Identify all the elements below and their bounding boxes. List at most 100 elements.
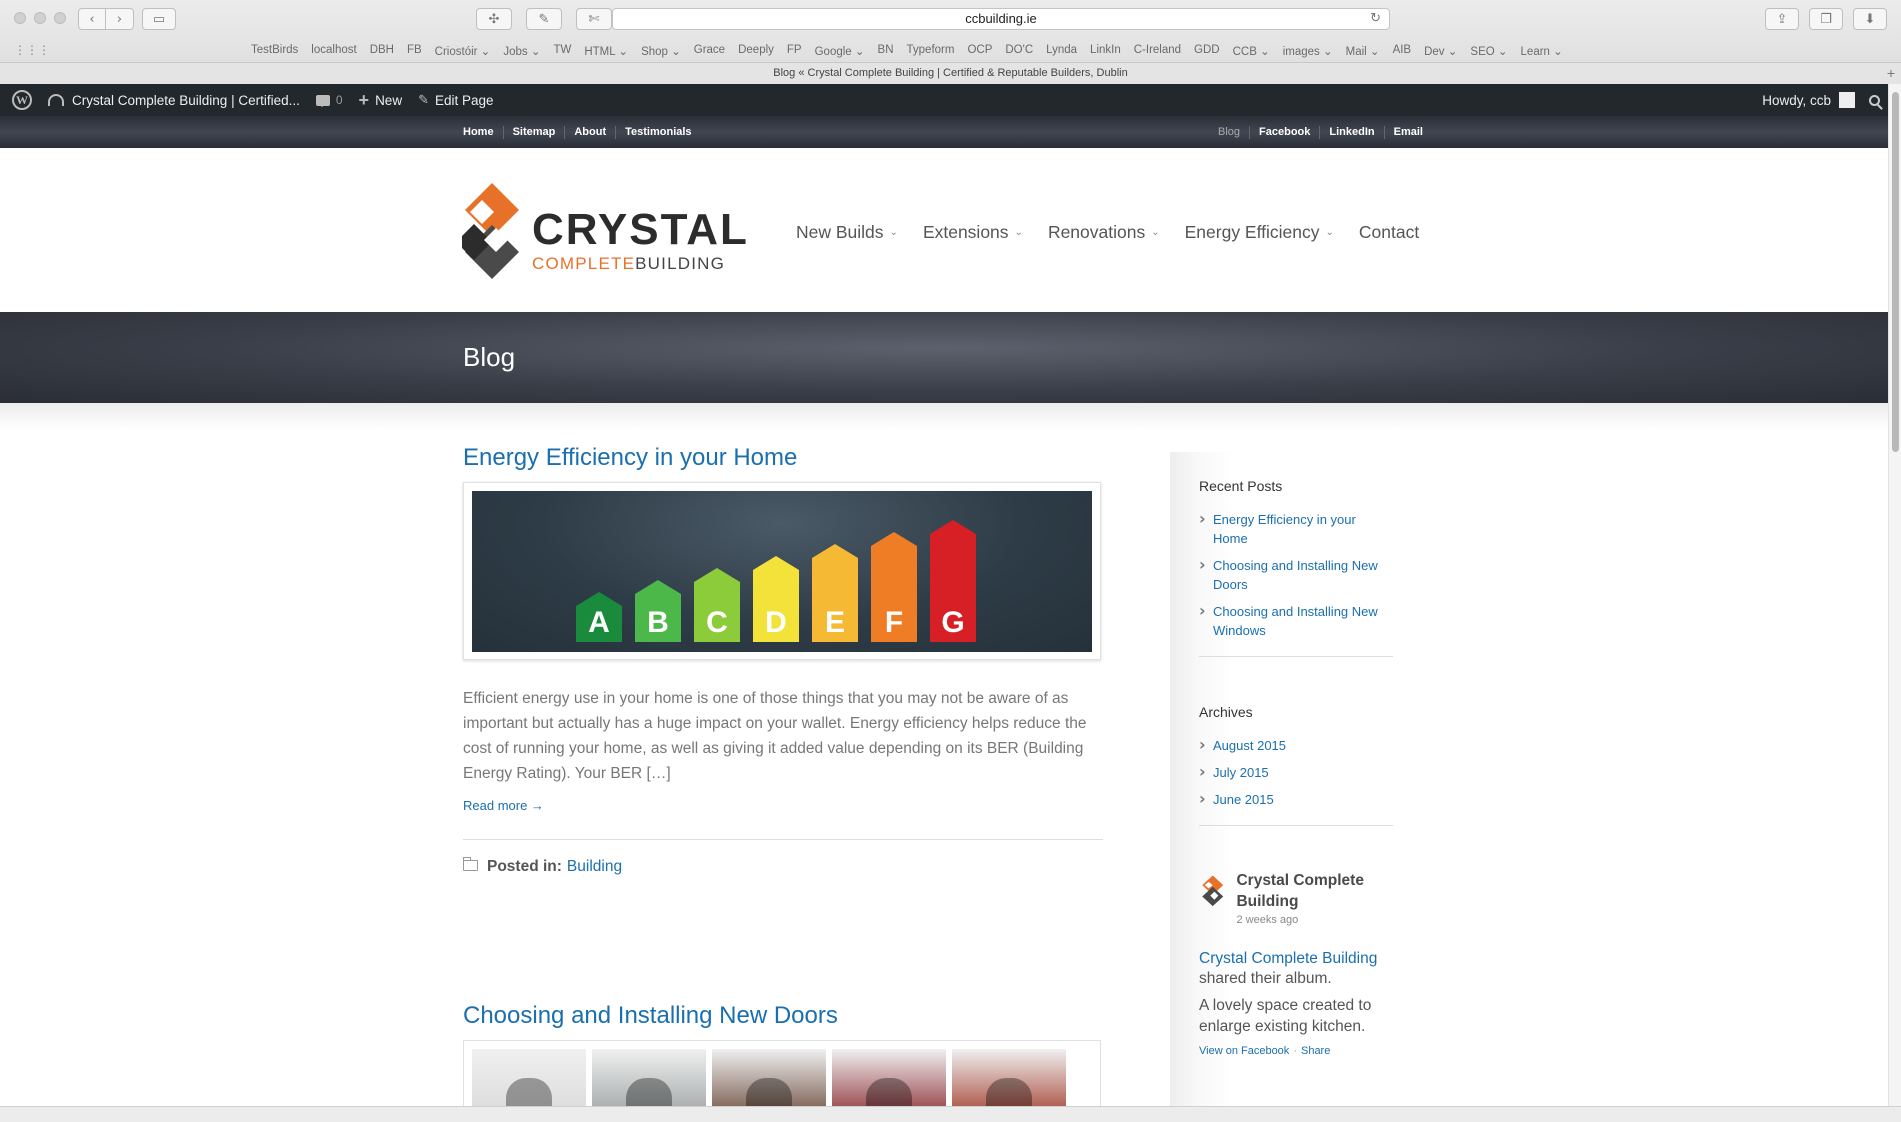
bookmark-item[interactable]: Dev ⌄ bbox=[1424, 44, 1457, 58]
share-link[interactable]: Share bbox=[1301, 1045, 1330, 1057]
wp-logo-menu[interactable]: W bbox=[0, 84, 40, 116]
toplink-linkedin[interactable]: LinkedIn bbox=[1319, 126, 1383, 139]
search-icon[interactable] bbox=[1869, 94, 1880, 106]
toplink-facebook[interactable]: Facebook bbox=[1249, 126, 1319, 139]
site-name: Crystal Complete Building | Certified... bbox=[72, 92, 300, 108]
reload-icon[interactable]: ↻ bbox=[1370, 9, 1381, 29]
bookmark-item[interactable]: GDD bbox=[1194, 44, 1220, 58]
bookmark-item[interactable]: DBH bbox=[370, 44, 394, 58]
archive-link[interactable]: July 2015 bbox=[1199, 762, 1393, 782]
fb-post-time: 2 weeks ago bbox=[1236, 914, 1299, 926]
category-link[interactable]: Building bbox=[567, 858, 622, 876]
energy-bar: G bbox=[930, 520, 976, 642]
bookmark-item[interactable]: Criostóir ⌄ bbox=[435, 44, 491, 58]
avatar[interactable] bbox=[1839, 92, 1855, 108]
comments-menu[interactable]: 0 bbox=[308, 84, 351, 116]
bookmark-item[interactable]: Typeform bbox=[907, 44, 955, 58]
bookmark-item[interactable]: Learn ⌄ bbox=[1521, 44, 1563, 58]
energy-letter: G bbox=[941, 606, 965, 639]
recent-post-link[interactable]: Energy Efficiency in your Home bbox=[1199, 509, 1393, 548]
nav-new-builds[interactable]: New Builds ⌄ bbox=[796, 222, 898, 243]
site-logo[interactable]: CRYSTAL COMPLETEBUILDING bbox=[462, 180, 747, 280]
howdy-account-menu[interactable]: Howdy, ccb bbox=[1762, 93, 1831, 108]
widget-title: Archives bbox=[1199, 704, 1253, 720]
view-on-facebook-link[interactable]: View on Facebook bbox=[1199, 1045, 1289, 1057]
scrollbar-thumb[interactable] bbox=[1892, 92, 1899, 452]
bookmark-item[interactable]: Deeply bbox=[738, 44, 774, 58]
extension-buttons: ✣ ✎ ✄ bbox=[476, 8, 612, 30]
pencil-icon: ✎ bbox=[418, 92, 429, 108]
bookmark-item[interactable]: Lynda bbox=[1046, 44, 1077, 58]
sidebar-toggle-button[interactable]: ▭ bbox=[142, 8, 176, 30]
tabs-overview-icon[interactable]: ❐ bbox=[1809, 8, 1843, 30]
main-nav: New Builds ⌄ Extensions ⌄ Renovations ⌄ Ene… bbox=[796, 222, 1419, 243]
recent-post-link[interactable]: Choosing and Installing New Doors bbox=[1199, 555, 1393, 594]
share-icon[interactable]: ⇪ bbox=[1765, 8, 1799, 30]
post-title-link[interactable]: Choosing and Installing New Doors bbox=[463, 1002, 1103, 1030]
bookmark-item[interactable]: SEO ⌄ bbox=[1470, 44, 1507, 58]
apps-grid-icon[interactable]: ⋮⋮⋮ bbox=[14, 43, 50, 57]
post-thumbnail[interactable]: A B C D E F G bbox=[463, 482, 1101, 660]
toplink-email[interactable]: Email bbox=[1383, 126, 1432, 139]
bookmark-item[interactable]: localhost bbox=[311, 44, 356, 58]
nav-energy-efficiency[interactable]: Energy Efficiency ⌄ bbox=[1185, 222, 1334, 243]
bookmark-item[interactable]: HTML ⌄ bbox=[584, 44, 628, 58]
energy-letter: B bbox=[647, 606, 669, 639]
page-avatar-icon[interactable] bbox=[1199, 870, 1226, 910]
site-name-menu[interactable]: Crystal Complete Building | Certified... bbox=[40, 84, 308, 116]
edit-page-menu[interactable]: ✎ Edit Page bbox=[410, 84, 501, 116]
close-window-icon[interactable] bbox=[14, 12, 26, 24]
tab-title[interactable]: Blog « Crystal Complete Building | Certi… bbox=[773, 67, 1127, 79]
forward-button[interactable]: › bbox=[106, 8, 134, 30]
bookmark-item[interactable]: TW bbox=[553, 44, 571, 58]
nav-renovations[interactable]: Renovations ⌄ bbox=[1048, 222, 1160, 243]
bookmark-item[interactable]: Google ⌄ bbox=[815, 44, 865, 58]
bookmark-item[interactable]: AIB bbox=[1393, 44, 1412, 58]
toplink-home[interactable]: Home bbox=[463, 126, 503, 139]
nav-extensions[interactable]: Extensions ⌄ bbox=[923, 222, 1023, 243]
edit-extension-icon[interactable]: ✎ bbox=[526, 8, 562, 30]
post-title-link[interactable]: Energy Efficiency in your Home bbox=[463, 444, 1103, 472]
fb-page-name[interactable]: Crystal Complete Building bbox=[1236, 870, 1393, 912]
logo-sub-complete: COMPLETE bbox=[532, 254, 636, 273]
bookmark-item[interactable]: BN bbox=[878, 44, 894, 58]
recent-post-link[interactable]: Choosing and Installing New Windows bbox=[1199, 601, 1393, 640]
minimize-window-icon[interactable] bbox=[34, 12, 46, 24]
bookmark-item[interactable]: DO'C bbox=[1005, 44, 1033, 58]
archive-link[interactable]: June 2015 bbox=[1199, 789, 1393, 809]
address-bar[interactable]: ccbuilding.ie ↻ bbox=[612, 8, 1390, 30]
bookmark-item[interactable]: LinkIn bbox=[1090, 44, 1121, 58]
nav-contact[interactable]: Contact bbox=[1359, 222, 1419, 243]
toplink-sitemap[interactable]: Sitemap bbox=[502, 126, 565, 139]
picker-extension-icon[interactable]: ✄ bbox=[576, 8, 612, 30]
zoom-window-icon[interactable] bbox=[54, 12, 66, 24]
new-content-menu[interactable]: + New bbox=[351, 84, 411, 116]
top-links-left: Home Sitemap About Testimonials bbox=[463, 126, 701, 139]
bookmark-item[interactable]: Shop ⌄ bbox=[641, 44, 681, 58]
scrollbar[interactable] bbox=[1888, 84, 1901, 1106]
bookmark-item[interactable]: TestBirds bbox=[251, 44, 298, 58]
url-text: ccbuilding.ie bbox=[965, 11, 1037, 26]
toplink-about[interactable]: About bbox=[564, 126, 615, 139]
bookmark-item[interactable]: FB bbox=[407, 44, 422, 58]
read-more-link[interactable]: Read more → bbox=[463, 798, 1103, 813]
energy-letter: E bbox=[824, 606, 845, 639]
bookmark-item[interactable]: Mail ⌄ bbox=[1346, 44, 1380, 58]
bookmark-item[interactable]: Jobs ⌄ bbox=[503, 44, 540, 58]
bookmark-item[interactable]: images ⌄ bbox=[1283, 44, 1333, 58]
bookmark-item[interactable]: Grace bbox=[694, 44, 725, 58]
toplink-blog[interactable]: Blog bbox=[1209, 126, 1249, 139]
extension-icon[interactable]: ✣ bbox=[476, 8, 512, 30]
back-button[interactable]: ‹ bbox=[78, 8, 106, 30]
new-tab-icon[interactable]: + bbox=[1887, 63, 1895, 84]
toplink-testimonials[interactable]: Testimonials bbox=[615, 126, 700, 139]
comment-icon bbox=[315, 94, 330, 107]
bookmark-item[interactable]: CCB ⌄ bbox=[1233, 44, 1270, 58]
bookmark-item[interactable]: OCP bbox=[967, 44, 992, 58]
downloads-icon[interactable]: ⬇ bbox=[1853, 8, 1887, 30]
bookmark-item[interactable]: FP bbox=[787, 44, 802, 58]
archive-link[interactable]: August 2015 bbox=[1199, 735, 1393, 755]
energy-letter: C bbox=[706, 606, 728, 639]
fb-page-link[interactable]: Crystal Complete Building bbox=[1199, 950, 1393, 968]
bookmark-item[interactable]: C-Ireland bbox=[1134, 44, 1181, 58]
